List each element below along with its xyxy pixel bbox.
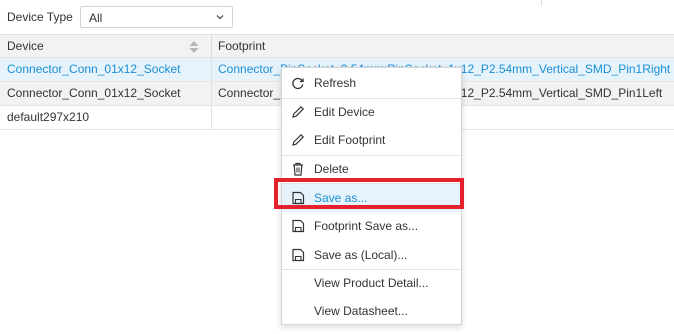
menu-item-label: Edit Footprint (314, 133, 386, 147)
menu-item-label: Footprint Save as... (314, 219, 419, 233)
menu-item-view-datasheet[interactable]: View Datasheet... (282, 297, 461, 325)
divider (541, 0, 542, 6)
menu-item-view-product-detail[interactable]: View Product Detail... (282, 269, 461, 297)
cell-separator (211, 58, 212, 81)
device-type-value: All (89, 11, 103, 25)
menu-item-edit-device[interactable]: Edit Device (282, 98, 461, 126)
device-library-panel: Device Type All Device Footprint Connect… (0, 0, 674, 334)
cell-separator (211, 82, 212, 105)
device-type-label: Device Type (7, 10, 73, 24)
device-cell: Connector_Conn_01x12_Socket (7, 62, 181, 76)
column-separator[interactable] (211, 35, 212, 57)
refresh-icon (292, 77, 304, 90)
menu-item-label: Refresh (314, 76, 357, 90)
column-header-device[interactable]: Device (7, 35, 44, 57)
menu-item-footprint-save-as[interactable]: Footprint Save as... (282, 212, 461, 240)
pencil-icon (292, 105, 305, 118)
save-icon (292, 248, 305, 262)
device-cell: default297x210 (7, 110, 90, 124)
pencil-icon (292, 133, 305, 146)
sort-icon[interactable] (188, 40, 200, 54)
menu-item-label: Save as (Local)... (314, 248, 408, 262)
column-header-footprint[interactable]: Footprint (218, 35, 265, 57)
filter-bar: Device Type All (0, 0, 674, 34)
chevron-down-icon (216, 15, 224, 20)
device-cell: Connector_Conn_01x12_Socket (7, 86, 181, 100)
highlight-box (274, 178, 464, 209)
table-header: Device Footprint (0, 34, 674, 58)
cell-separator (211, 106, 212, 129)
menu-item-label: Edit Device (314, 105, 375, 119)
menu-item-refresh[interactable]: Refresh (282, 69, 461, 97)
save-icon (292, 219, 305, 233)
trash-icon (293, 162, 303, 176)
menu-item-label: View Datasheet... (314, 304, 408, 318)
device-type-select[interactable]: All (80, 6, 233, 28)
menu-item-save-as-local[interactable]: Save as (Local)... (282, 241, 461, 269)
menu-item-edit-footprint[interactable]: Edit Footprint (282, 126, 461, 154)
menu-item-label: View Product Detail... (314, 276, 429, 290)
